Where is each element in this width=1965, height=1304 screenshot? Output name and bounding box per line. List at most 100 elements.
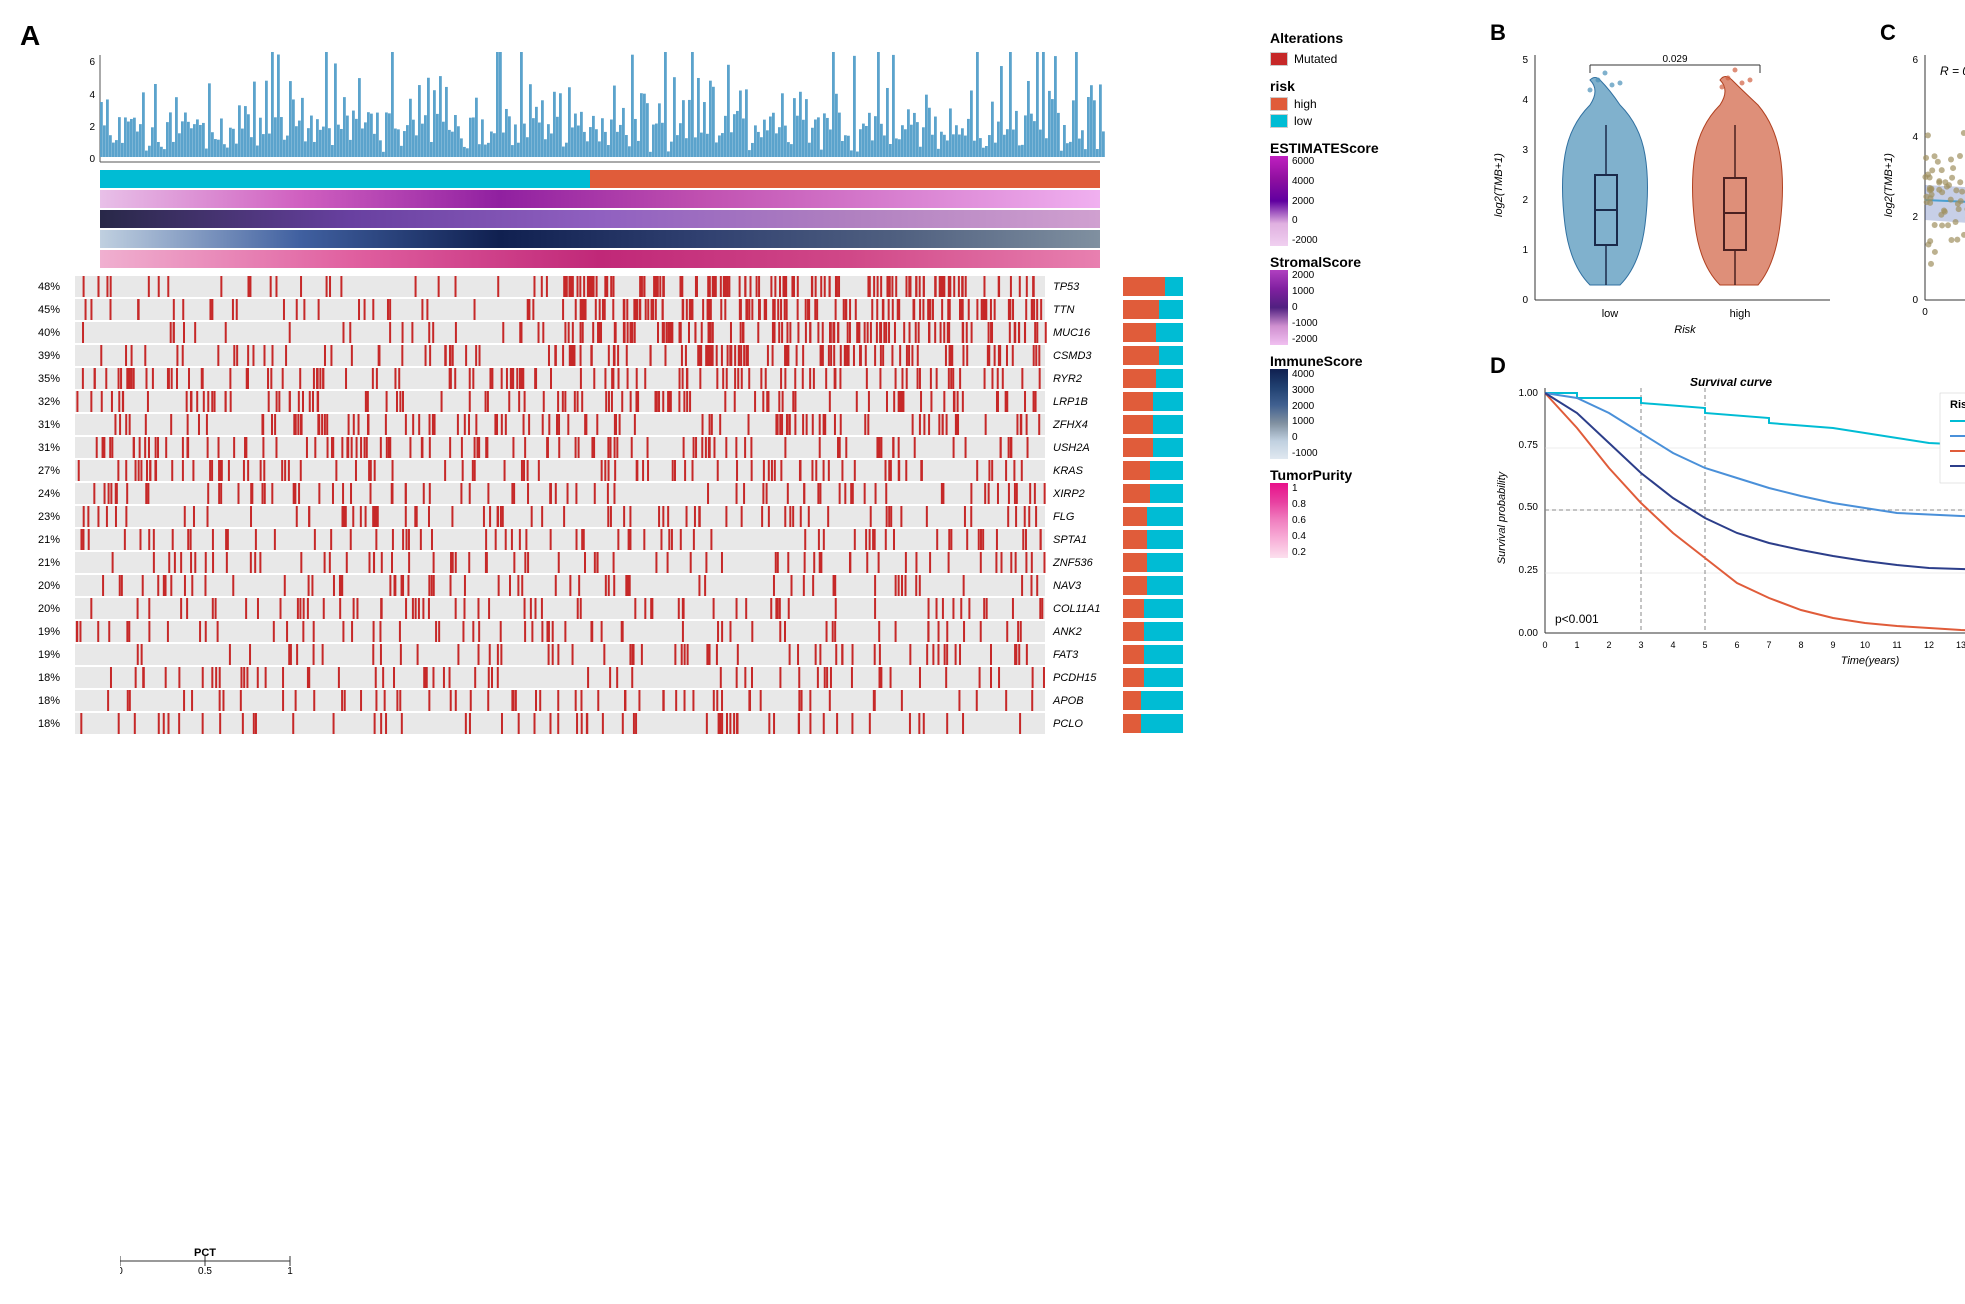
risk-low-swatch: [1270, 114, 1288, 128]
svg-text:24%: 24%: [38, 488, 60, 500]
svg-text:6: 6: [1912, 55, 1918, 66]
svg-text:4: 4: [1670, 640, 1675, 650]
svg-text:log2(TMB+1): log2(TMB+1): [1493, 153, 1505, 217]
chart-b-svg: 0 1 2 3 4 5 log2(TMB+1) low high Risk: [1490, 45, 1860, 355]
svg-text:2: 2: [1606, 640, 1611, 650]
panel-a-label: A: [20, 20, 40, 52]
risk-legend-title: risk: [1270, 78, 1470, 94]
tmb-chart: 6 4 2 0 TMB: [75, 50, 1105, 165]
svg-text:ZNF536: ZNF536: [1052, 557, 1094, 569]
svg-text:PCLO: PCLO: [1053, 718, 1083, 730]
svg-text:8: 8: [1798, 640, 1803, 650]
svg-text:0.00: 0.00: [1519, 628, 1539, 639]
svg-text:SPTA1: SPTA1: [1053, 534, 1087, 546]
stromal-legend-title: StromalScore: [1270, 254, 1470, 270]
svg-text:1.00: 1.00: [1519, 388, 1539, 399]
svg-text:31%: 31%: [38, 442, 60, 454]
risk-low-item: low: [1270, 114, 1470, 128]
estimate-tick-labels: 6000400020000-2000: [1292, 156, 1318, 246]
svg-text:0: 0: [1922, 307, 1928, 318]
svg-text:R = 0.094, p = 0.043: R = 0.094, p = 0.043: [1940, 64, 1965, 78]
svg-text:2: 2: [1522, 195, 1528, 206]
svg-text:Risk+TMB: Risk+TMB: [1950, 399, 1965, 411]
purity-gradient-legend: 10.80.60.40.2: [1270, 483, 1470, 558]
svg-text:19%: 19%: [38, 649, 60, 661]
svg-text:40%: 40%: [38, 327, 60, 339]
svg-text:19%: 19%: [38, 626, 60, 638]
svg-text:0: 0: [120, 1266, 123, 1276]
risk-high-item: high: [1270, 97, 1470, 111]
charts-container: B: [1490, 20, 1965, 1284]
estimate-gradient: [1270, 156, 1288, 246]
svg-text:1: 1: [1574, 640, 1579, 650]
svg-text:5: 5: [1522, 55, 1528, 66]
chart-d: D 0.00 0.25 0.50 0.75 1.00: [1490, 353, 1965, 673]
svg-text:21%: 21%: [38, 534, 60, 546]
tracks-svg: risk: [75, 170, 1105, 270]
svg-text:log2(TMB+1): log2(TMB+1): [1883, 153, 1895, 217]
svg-text:18%: 18%: [38, 672, 60, 684]
svg-text:5: 5: [1702, 640, 1707, 650]
stromal-gradient: [1270, 270, 1288, 345]
immune-gradient-legend: 40003000200010000-1000: [1270, 369, 1470, 459]
panel-a: A 6 4 2 0 TMB risk: [20, 20, 1240, 1284]
svg-text:0.75: 0.75: [1519, 440, 1539, 451]
svg-text:ZFHX4: ZFHX4: [1052, 419, 1088, 431]
svg-text:1: 1: [287, 1266, 293, 1276]
svg-text:0.5: 0.5: [198, 1266, 212, 1276]
svg-text:6: 6: [1734, 640, 1739, 650]
svg-text:45%: 45%: [38, 304, 60, 316]
charts-bc-row: B: [1490, 20, 1965, 340]
svg-text:p<0.001: p<0.001: [1555, 612, 1599, 626]
svg-text:20%: 20%: [38, 603, 60, 615]
mutated-item: Mutated: [1270, 52, 1470, 66]
svg-text:NAV3: NAV3: [1053, 580, 1082, 592]
svg-text:0: 0: [1522, 295, 1528, 306]
mutated-swatch: [1270, 52, 1288, 66]
svg-text:0.50: 0.50: [1519, 502, 1539, 513]
svg-text:low: low: [1602, 308, 1619, 320]
svg-text:FAT3: FAT3: [1053, 649, 1079, 661]
immune-legend-title: ImmuneScore: [1270, 353, 1470, 369]
right-panel: Alterations Mutated risk high low ESTIMA…: [1240, 20, 1965, 1284]
chart-d-svg: 0.00 0.25 0.50 0.75 1.00 0 1 2 3: [1490, 378, 1965, 688]
pct-axis: 0 0.5 1 PCT: [120, 1246, 320, 1276]
svg-text:48%: 48%: [38, 281, 60, 293]
svg-text:APOB: APOB: [1052, 695, 1084, 707]
legend-panel: Alterations Mutated risk high low ESTIMA…: [1260, 20, 1480, 1284]
mutation-grid: 48%TP5345%TTN40%MUC1639%CSMD335%RYR232%L…: [20, 275, 1220, 765]
svg-text:LRP1B: LRP1B: [1053, 396, 1088, 408]
purity-tick-labels: 10.80.60.40.2: [1292, 483, 1306, 558]
chart-c: C 0: [1880, 20, 1965, 340]
svg-text:PCT: PCT: [194, 1247, 216, 1259]
svg-text:RYR2: RYR2: [1053, 373, 1082, 385]
svg-text:12: 12: [1924, 640, 1934, 650]
svg-text:39%: 39%: [38, 350, 60, 362]
svg-text:18%: 18%: [38, 718, 60, 730]
svg-text:MUC16: MUC16: [1053, 327, 1091, 339]
svg-text:20%: 20%: [38, 580, 60, 592]
svg-text:TP53: TP53: [1053, 281, 1080, 293]
chart-c-svg: 0 2 4 6 0 5 10 15 log2(TMB+1) Risk score: [1880, 45, 1965, 355]
svg-text:10: 10: [1860, 640, 1870, 650]
svg-text:KRAS: KRAS: [1053, 465, 1084, 477]
svg-text:ANK2: ANK2: [1052, 626, 1082, 638]
svg-text:9: 9: [1830, 640, 1835, 650]
svg-text:6: 6: [89, 57, 95, 68]
estimate-legend-title: ESTIMATEScore: [1270, 140, 1470, 156]
svg-text:3: 3: [1638, 640, 1643, 650]
risk-high-swatch: [1270, 97, 1288, 111]
chart-b: B: [1490, 20, 1870, 340]
svg-text:13: 13: [1956, 640, 1965, 650]
svg-text:Survival probability: Survival probability: [1496, 470, 1508, 564]
svg-text:0: 0: [1912, 295, 1918, 306]
svg-text:FLG: FLG: [1053, 511, 1075, 523]
alterations-title: Alterations: [1270, 30, 1470, 46]
svg-text:32%: 32%: [38, 396, 60, 408]
svg-text:XIRP2: XIRP2: [1052, 488, 1085, 500]
svg-text:0: 0: [89, 154, 95, 165]
svg-text:high: high: [1730, 308, 1751, 320]
svg-text:0: 0: [1542, 640, 1547, 650]
svg-text:0.029: 0.029: [1662, 54, 1687, 65]
svg-text:1: 1: [1522, 245, 1528, 256]
